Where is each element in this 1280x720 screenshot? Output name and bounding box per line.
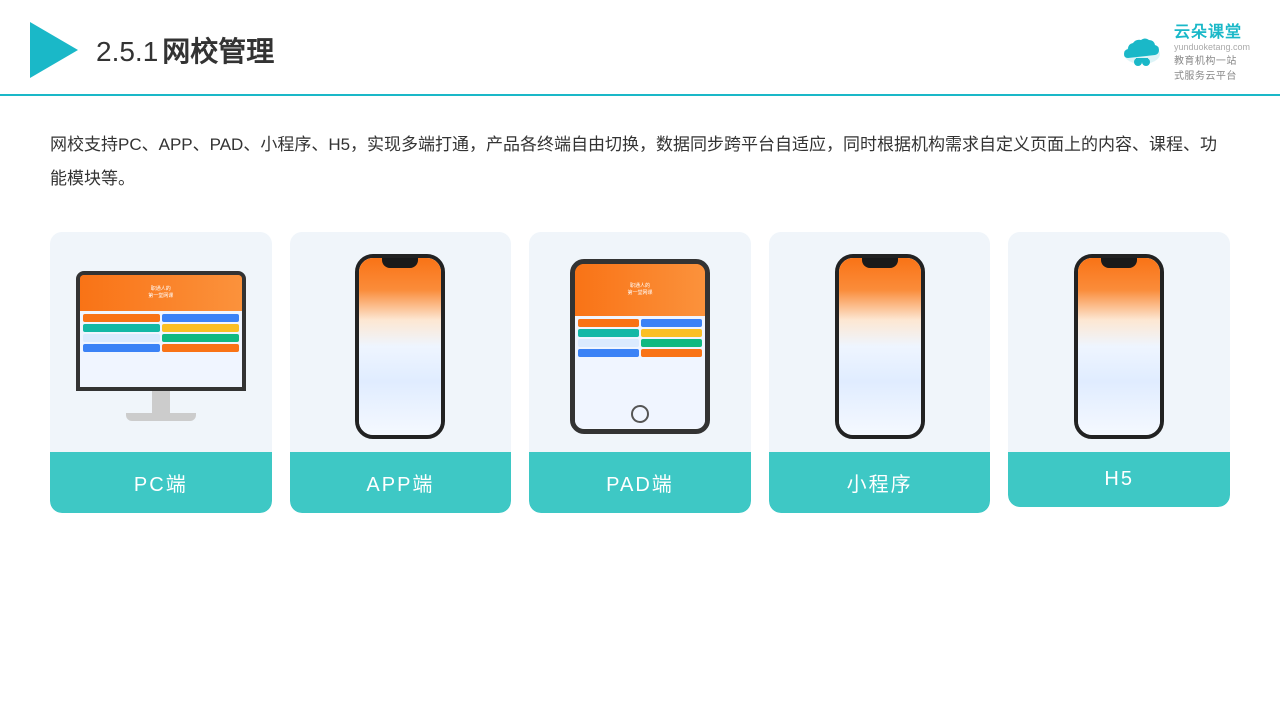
pc-monitor-icon: 职通人的第一堂网课 — [76, 271, 246, 421]
card-mini-image — [769, 232, 991, 452]
phone-notch-3 — [1101, 258, 1137, 268]
section-number: 2.5.1 — [96, 36, 158, 67]
card-app-image — [290, 232, 512, 452]
app-phone-icon — [355, 254, 445, 439]
h5-phone-icon — [1074, 254, 1164, 439]
card-pad: 职通人的第一堂网课 PAD端 — [529, 232, 751, 513]
pad-tablet-icon: 职通人的第一堂网课 — [570, 259, 710, 434]
cloud-icon — [1118, 32, 1166, 68]
brand-tagline: 教育机构一站 式服务云平台 — [1174, 52, 1237, 82]
card-pad-image: 职通人的第一堂网课 — [529, 232, 751, 452]
card-app: APP端 — [290, 232, 512, 513]
card-h5: H5 — [1008, 232, 1230, 507]
brand-name: 云朵课堂 — [1174, 18, 1242, 42]
header: 2.5.1网校管理 云朵课堂 yunduoketang.com 教育机构一站 式… — [0, 0, 1280, 96]
card-h5-label: H5 — [1008, 452, 1230, 507]
card-pc-image: 职通人的第一堂网课 — [50, 232, 272, 452]
header-left: 2.5.1网校管理 — [30, 22, 274, 78]
cards-container: 职通人的第一堂网课 PC端 — [50, 232, 1230, 513]
phone-notch — [382, 258, 418, 268]
brand-logo: 云朵课堂 yunduoketang.com 教育机构一站 式服务云平台 — [1118, 18, 1250, 82]
main-content: 网校支持PC、APP、PAD、小程序、H5，实现多端打通，产品各终端自由切换，数… — [0, 96, 1280, 533]
card-h5-image — [1008, 232, 1230, 452]
card-pad-label: PAD端 — [529, 452, 751, 513]
page-title: 2.5.1网校管理 — [96, 30, 274, 70]
phone-notch-2 — [862, 258, 898, 268]
card-pc: 职通人的第一堂网课 PC端 — [50, 232, 272, 513]
brand-text: 云朵课堂 yunduoketang.com 教育机构一站 式服务云平台 — [1174, 18, 1250, 82]
brand-url: yunduoketang.com — [1174, 42, 1250, 52]
card-mini-label: 小程序 — [769, 452, 991, 513]
tablet-home-btn — [631, 405, 649, 423]
description-text: 网校支持PC、APP、PAD、小程序、H5，实现多端打通，产品各终端自由切换，数… — [50, 128, 1230, 196]
card-pc-label: PC端 — [50, 452, 272, 513]
logo-triangle-icon — [30, 22, 78, 78]
mini-phone-icon — [835, 254, 925, 439]
card-mini: 小程序 — [769, 232, 991, 513]
card-app-label: APP端 — [290, 452, 512, 513]
